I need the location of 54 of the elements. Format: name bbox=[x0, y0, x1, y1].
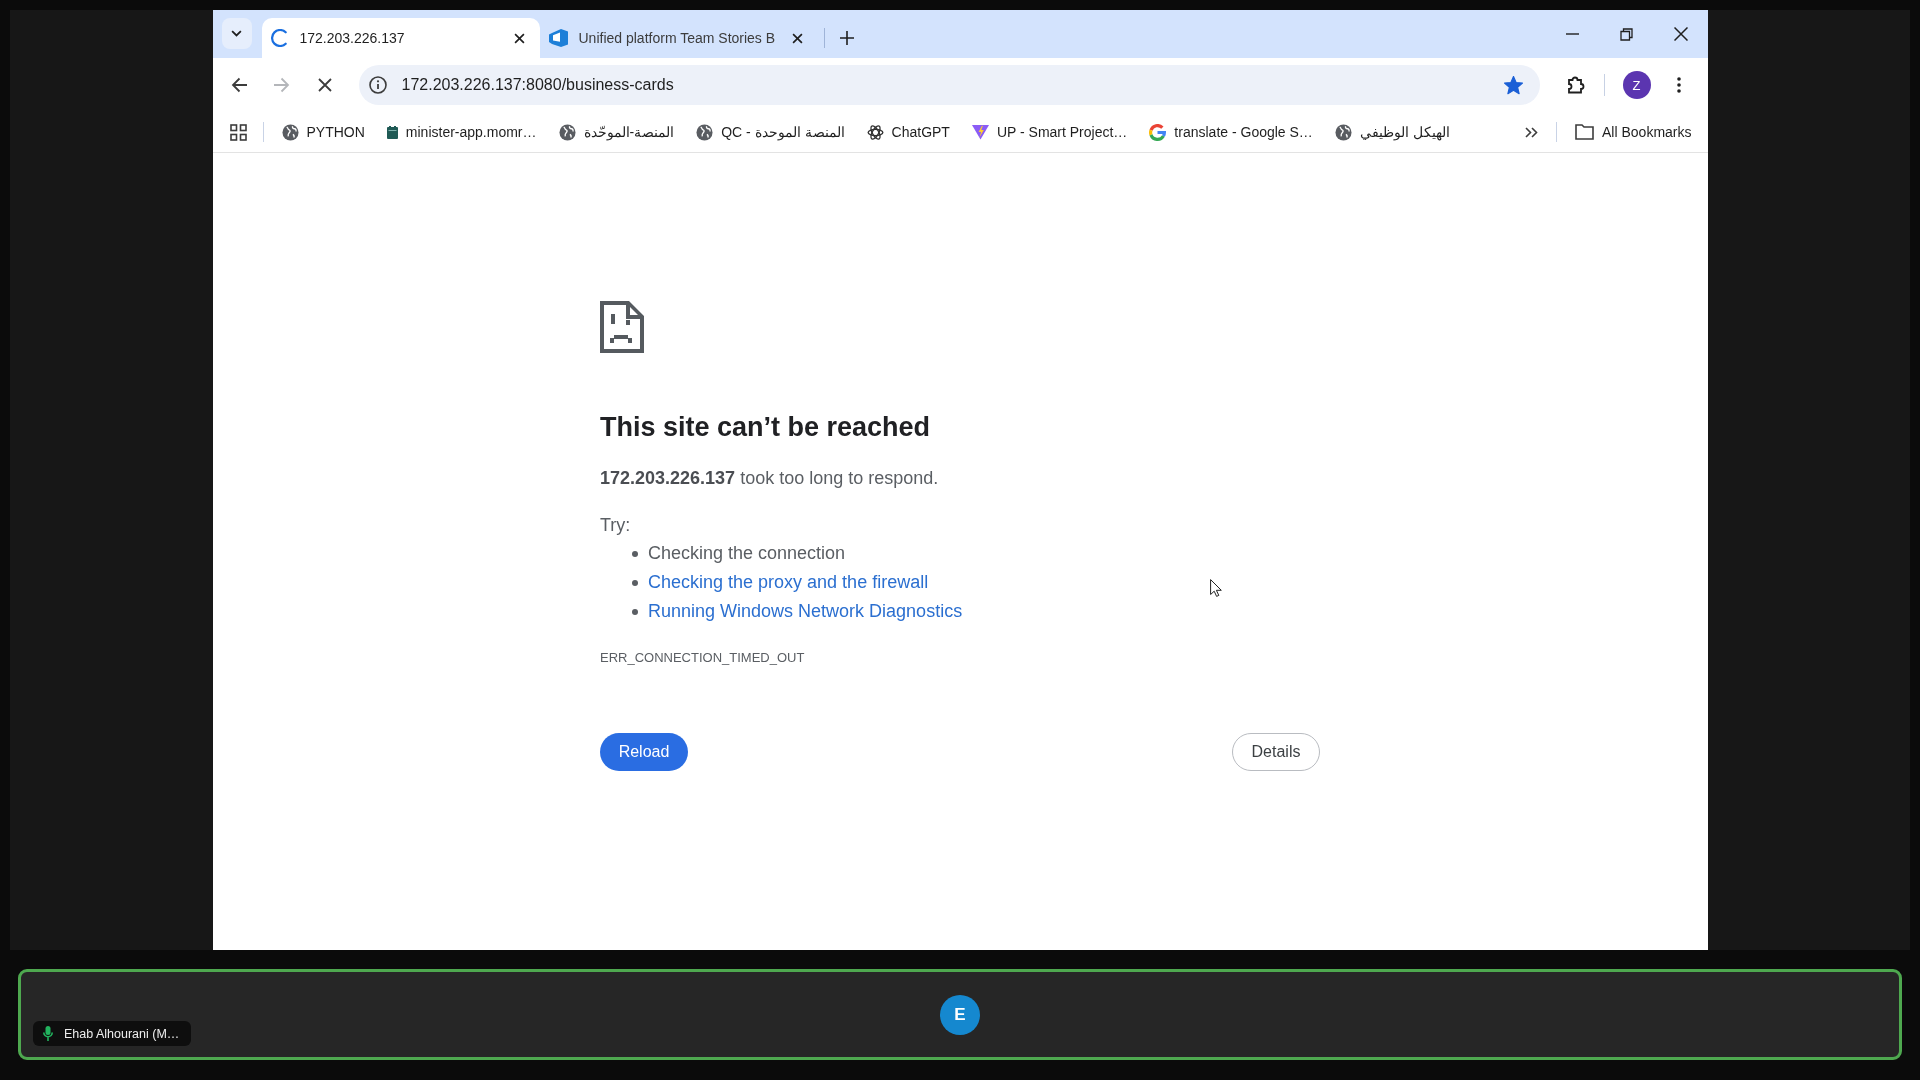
star-icon[interactable] bbox=[1503, 75, 1523, 95]
suggestion-link[interactable]: Running Windows Network Diagnostics bbox=[648, 601, 963, 622]
reload-button[interactable]: Reload bbox=[600, 733, 688, 771]
plus-icon bbox=[839, 31, 854, 45]
suggestion-link[interactable]: Checking the proxy and the firewall bbox=[648, 572, 929, 593]
restore-icon bbox=[1620, 27, 1633, 41]
globe-icon bbox=[696, 123, 714, 141]
participant-name: Ehab Alhourani (M… bbox=[64, 1026, 180, 1041]
error-message: 172.203.226.137 took too long to respond. bbox=[600, 467, 940, 490]
calendar-icon bbox=[386, 125, 398, 139]
bookmark-item[interactable]: QC - المنصة الموحدة bbox=[688, 118, 853, 146]
info-icon bbox=[368, 76, 387, 94]
details-button[interactable]: Details bbox=[1232, 733, 1320, 771]
g-logo-icon bbox=[1149, 123, 1167, 141]
v-shape-logo-icon bbox=[971, 124, 989, 140]
mouse-pointer-icon bbox=[1209, 579, 1222, 597]
all-bookmarks-button[interactable]: All Bookmarks bbox=[1567, 118, 1700, 146]
globe-icon bbox=[558, 123, 576, 141]
bookmark-item[interactable]: translate - Google S… bbox=[1141, 118, 1321, 146]
chevron-down-icon bbox=[231, 30, 242, 37]
suggestion-text: Checking the connection bbox=[648, 543, 846, 564]
globe-icon bbox=[1334, 123, 1352, 141]
bookmark-item[interactable]: UP - Smart Project… bbox=[963, 118, 1136, 146]
atom-icon bbox=[866, 123, 884, 141]
close-icon bbox=[792, 32, 803, 44]
bookmark-item[interactable]: الهيكل الوظيفي bbox=[1326, 118, 1458, 146]
bullet-icon bbox=[632, 579, 638, 586]
back-arrow-icon bbox=[230, 77, 247, 93]
forward-arrow-icon bbox=[273, 77, 290, 93]
minimize-icon bbox=[1566, 33, 1579, 35]
bookmark-item[interactable]: ChatGPT bbox=[858, 118, 958, 146]
profile-avatar-button[interactable]: Z bbox=[1622, 71, 1651, 99]
error-code: ERR_CONNECTION_TIMED_OUT bbox=[600, 649, 806, 667]
tab-search-button[interactable] bbox=[221, 18, 252, 49]
bullet-icon bbox=[632, 608, 638, 615]
bullet-icon bbox=[632, 550, 638, 557]
apps-grid-icon bbox=[229, 123, 247, 141]
more-menu-icon bbox=[1676, 77, 1681, 93]
address-bar[interactable]: 172.203.226.137:8080/business-cards bbox=[358, 65, 1540, 105]
bookmark-item[interactable]: PYTHON bbox=[273, 118, 373, 146]
try-label: Try: bbox=[600, 514, 632, 537]
double-chevron-icon bbox=[1525, 126, 1539, 138]
participant-avatar: E bbox=[940, 994, 980, 1035]
browser-tab[interactable]: Unified platform Team Stories B bbox=[539, 18, 818, 58]
folder-icon bbox=[1575, 124, 1595, 140]
sad-page-icon bbox=[600, 301, 644, 353]
browser-tab[interactable]: 172.203.226.137 bbox=[261, 18, 540, 58]
bookmark-item[interactable]: المنصة-الموحّدة bbox=[550, 118, 683, 146]
url-text: 172.203.226.137:8080/business-cards bbox=[401, 76, 675, 94]
globe-icon bbox=[281, 123, 299, 141]
close-icon bbox=[514, 32, 525, 44]
close-icon bbox=[1673, 27, 1688, 41]
error-heading: This site can’t be reached bbox=[600, 411, 932, 444]
bookmark-item[interactable]: minister-app.momr… bbox=[378, 118, 545, 146]
